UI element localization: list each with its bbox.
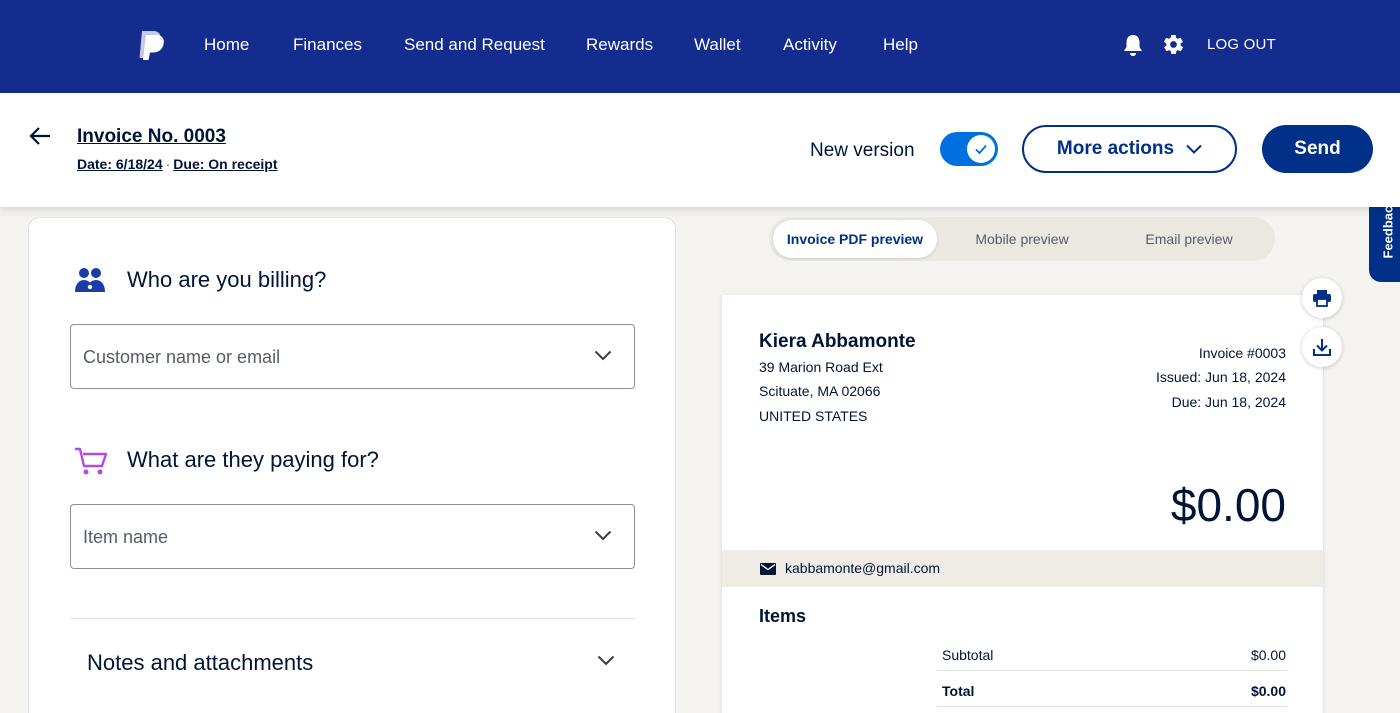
invoice-due-link[interactable]: Due: On receipt [173, 156, 277, 172]
paypal-logo-icon[interactable] [136, 29, 166, 61]
new-version-toggle[interactable] [940, 132, 998, 166]
item-select[interactable]: Item name [70, 504, 635, 569]
invoice-number: Invoice #0003 [1198, 345, 1286, 361]
subtotal-label: Subtotal [942, 647, 994, 663]
logout-link[interactable]: LOG OUT [1207, 36, 1276, 53]
chevron-down-icon [594, 350, 612, 361]
mail-icon [760, 563, 776, 575]
row-divider [937, 670, 1287, 671]
customer-select[interactable]: Customer name or email [70, 324, 635, 389]
paying-section-title: What are they paying for? [127, 447, 379, 472]
invoice-meta: Date: 6/18/24 · Due: On receipt [77, 156, 278, 172]
check-icon [975, 144, 987, 155]
billing-section-title: Who are you billing? [127, 267, 327, 292]
more-actions-button[interactable]: More actions [1022, 125, 1237, 173]
tab-mobile-preview[interactable]: Mobile preview [939, 220, 1105, 258]
customer-email: kabbamonte@gmail.com [785, 560, 941, 576]
chevron-down-icon[interactable] [597, 655, 615, 666]
nav-wallet[interactable]: Wallet [694, 35, 741, 55]
address-line: 39 Marion Road Ext [759, 359, 883, 375]
section-divider [70, 618, 635, 619]
items-heading: Items [759, 606, 807, 626]
total-value: $0.00 [1250, 683, 1286, 699]
customer-name: Kiera Abbamonte [759, 331, 916, 352]
row-divider [937, 706, 1287, 707]
printer-icon [1313, 290, 1331, 307]
toggle-knob [967, 135, 995, 163]
invoice-title[interactable]: Invoice No. 0003 [77, 126, 226, 148]
nav-finances[interactable]: Finances [293, 35, 362, 55]
total-label: Total [942, 683, 975, 699]
due-date: Due: Jun 18, 2024 [1171, 394, 1286, 410]
back-arrow-icon[interactable] [28, 125, 52, 147]
nav-home[interactable]: Home [204, 35, 249, 55]
shopping-cart-icon [75, 447, 108, 475]
more-actions-label: More actions [1056, 138, 1175, 159]
new-version-label: New version [810, 140, 915, 161]
gear-icon[interactable] [1162, 33, 1185, 56]
feedback-label: Feedback [1380, 198, 1396, 259]
nav-activity[interactable]: Activity [783, 35, 837, 55]
email-bar: kabbamonte@gmail.com [722, 550, 1323, 587]
invoice-amount: $0.00 [1170, 479, 1286, 531]
issued-date: Issued: Jun 18, 2024 [1156, 369, 1286, 385]
chevron-down-icon [1186, 144, 1202, 154]
invoice-form-card: Who are you billing? Customer name or em… [28, 217, 676, 713]
chevron-down-icon [594, 530, 612, 541]
download-icon [1313, 339, 1331, 356]
nav-send-and-request[interactable]: Send and Request [404, 35, 545, 55]
nav-rewards[interactable]: Rewards [586, 35, 653, 55]
notes-section-title[interactable]: Notes and attachments [87, 650, 313, 676]
address-line: Scituate, MA 02066 [759, 383, 881, 399]
invoice-header: Invoice No. 0003 Date: 6/18/24 · Due: On r… [0, 93, 1400, 207]
invoice-preview: Kiera Abbamonte 39 Marion Road Ext Scitu… [722, 295, 1323, 713]
meta-separator: · [165, 156, 171, 172]
nav-help[interactable]: Help [883, 35, 918, 55]
tab-invoice-pdf-preview[interactable]: Invoice PDF preview [773, 220, 937, 258]
subtotal-value: $0.00 [1250, 647, 1286, 663]
item-placeholder: Item name [83, 527, 169, 547]
invoice-date-link[interactable]: Date: 6/18/24 [77, 156, 163, 172]
top-navbar: Home Finances Send and Request Rewards W… [0, 0, 1400, 93]
tab-email-preview[interactable]: Email preview [1107, 220, 1271, 258]
customer-placeholder: Customer name or email [83, 347, 281, 367]
download-button[interactable] [1302, 327, 1342, 367]
address-line: UNITED STATES [759, 408, 868, 424]
preview-tabs: Invoice PDF preview Mobile preview Email… [769, 217, 1275, 261]
send-button[interactable]: Send [1262, 125, 1373, 173]
print-button[interactable] [1302, 278, 1342, 318]
bell-icon[interactable] [1122, 33, 1144, 57]
people-icon [75, 268, 105, 292]
